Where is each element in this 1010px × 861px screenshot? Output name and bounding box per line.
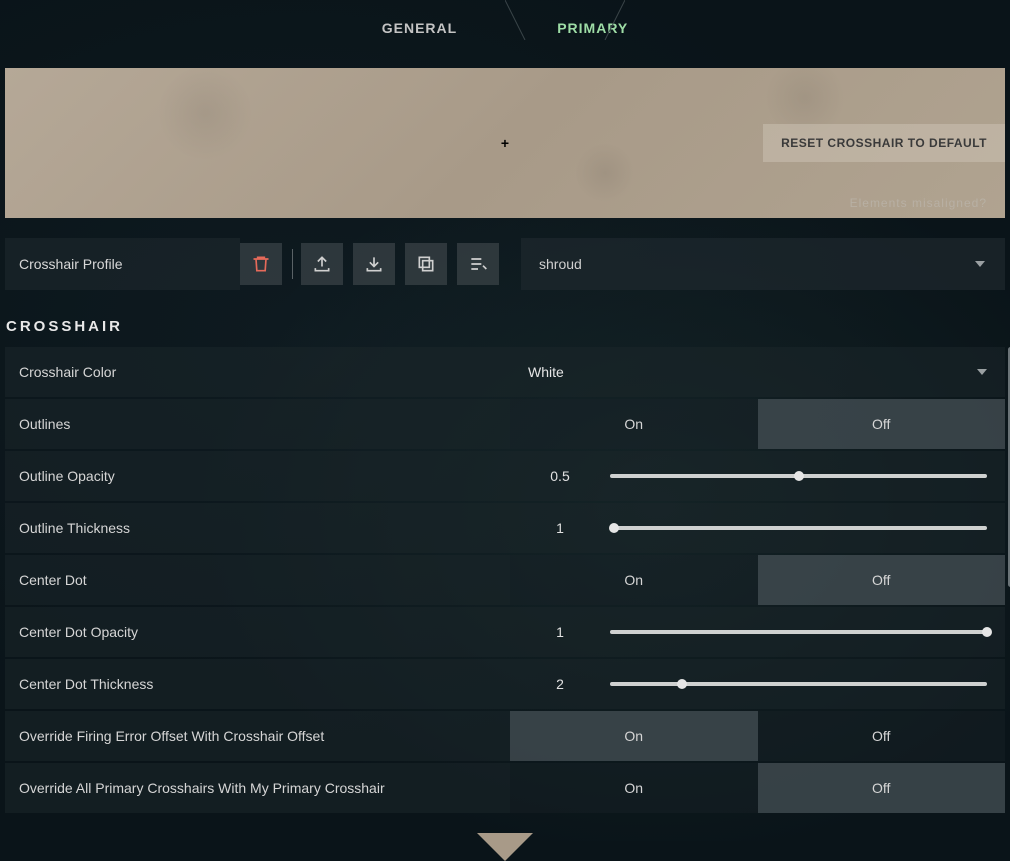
slider-thumb[interactable] xyxy=(794,471,804,481)
section-title-crosshair: CROSSHAIR xyxy=(6,318,1010,335)
profile-select[interactable]: shroud xyxy=(521,238,1005,290)
label-crosshair-color: Crosshair Color xyxy=(5,347,510,397)
center-dot-opacity-slider[interactable]: 1 xyxy=(510,607,1005,657)
tab-general[interactable]: GENERAL xyxy=(382,20,457,40)
crosshair-color-value: White xyxy=(528,364,564,380)
row-center-dot-opacity: Center Dot Opacity 1 xyxy=(5,607,1005,657)
row-center-dot: Center Dot On Off xyxy=(5,555,1005,605)
delete-profile-button[interactable] xyxy=(240,243,282,285)
slider-thumb[interactable] xyxy=(609,523,619,533)
outline-opacity-value: 0.5 xyxy=(510,468,610,484)
slider-track xyxy=(610,526,987,530)
tab-primary[interactable]: PRIMARY xyxy=(557,20,628,40)
row-center-dot-thickness: Center Dot Thickness 2 xyxy=(5,659,1005,709)
copy-icon xyxy=(416,254,436,274)
trash-icon xyxy=(251,254,271,274)
center-dot-opacity-value: 1 xyxy=(510,624,610,640)
divider xyxy=(292,249,293,279)
row-outline-opacity: Outline Opacity 0.5 xyxy=(5,451,1005,501)
profile-select-value: shroud xyxy=(539,256,582,272)
label-outline-opacity: Outline Opacity xyxy=(5,451,510,501)
outline-opacity-slider[interactable]: 0.5 xyxy=(510,451,1005,501)
slider-thumb[interactable] xyxy=(982,627,992,637)
crosshair-color-select[interactable]: White xyxy=(510,347,1005,397)
row-override-firing: Override Firing Error Offset With Crossh… xyxy=(5,711,1005,761)
download-icon xyxy=(364,254,384,274)
outline-thickness-slider[interactable]: 1 xyxy=(510,503,1005,553)
list-edit-icon xyxy=(468,254,488,274)
center-dot-on[interactable]: On xyxy=(510,555,758,605)
settings-list: Crosshair Color White Outlines On Off Ou… xyxy=(5,347,1005,813)
slider-track xyxy=(610,682,987,686)
row-crosshair-color: Crosshair Color White xyxy=(5,347,1005,397)
upload-icon xyxy=(312,254,332,274)
copy-profile-button[interactable] xyxy=(405,243,447,285)
override-all-off[interactable]: Off xyxy=(758,763,1006,813)
tab-bar: GENERAL PRIMARY xyxy=(0,0,1010,55)
center-dot-thickness-value: 2 xyxy=(510,676,610,692)
misaligned-link[interactable]: Elements misaligned? xyxy=(850,196,987,210)
label-override-firing: Override Firing Error Offset With Crossh… xyxy=(5,711,510,761)
center-dot-off[interactable]: Off xyxy=(758,555,1006,605)
chevron-down-icon xyxy=(977,369,987,375)
outlines-toggle: On Off xyxy=(510,399,1005,449)
override-firing-off[interactable]: Off xyxy=(758,711,1006,761)
label-override-all: Override All Primary Crosshairs With My … xyxy=(5,763,510,813)
label-center-dot-opacity: Center Dot Opacity xyxy=(5,607,510,657)
outlines-on[interactable]: On xyxy=(510,399,758,449)
outlines-off[interactable]: Off xyxy=(758,399,1006,449)
row-outlines: Outlines On Off xyxy=(5,399,1005,449)
override-all-on[interactable]: On xyxy=(510,763,758,813)
slider-track xyxy=(610,474,987,478)
crosshair-preview-area: + RESET CROSSHAIR TO DEFAULT Elements mi… xyxy=(5,68,1005,218)
profile-label: Crosshair Profile xyxy=(5,238,240,290)
edit-profile-button[interactable] xyxy=(457,243,499,285)
override-firing-toggle: On Off xyxy=(510,711,1005,761)
slider-thumb[interactable] xyxy=(677,679,687,689)
outline-thickness-value: 1 xyxy=(510,520,610,536)
chevron-down-icon xyxy=(975,261,985,267)
profile-bar: Crosshair Profile shroud xyxy=(5,238,1005,290)
preview-notch xyxy=(477,833,533,861)
reset-crosshair-button[interactable]: RESET CROSSHAIR TO DEFAULT xyxy=(763,124,1005,162)
center-dot-toggle: On Off xyxy=(510,555,1005,605)
label-center-dot: Center Dot xyxy=(5,555,510,605)
row-override-all: Override All Primary Crosshairs With My … xyxy=(5,763,1005,813)
label-outlines: Outlines xyxy=(5,399,510,449)
override-all-toggle: On Off xyxy=(510,763,1005,813)
row-outline-thickness: Outline Thickness 1 xyxy=(5,503,1005,553)
import-profile-button[interactable] xyxy=(353,243,395,285)
slider-track xyxy=(610,630,987,634)
label-outline-thickness: Outline Thickness xyxy=(5,503,510,553)
export-profile-button[interactable] xyxy=(301,243,343,285)
label-center-dot-thickness: Center Dot Thickness xyxy=(5,659,510,709)
crosshair-preview-icon: + xyxy=(501,135,509,151)
center-dot-thickness-slider[interactable]: 2 xyxy=(510,659,1005,709)
override-firing-on[interactable]: On xyxy=(510,711,758,761)
